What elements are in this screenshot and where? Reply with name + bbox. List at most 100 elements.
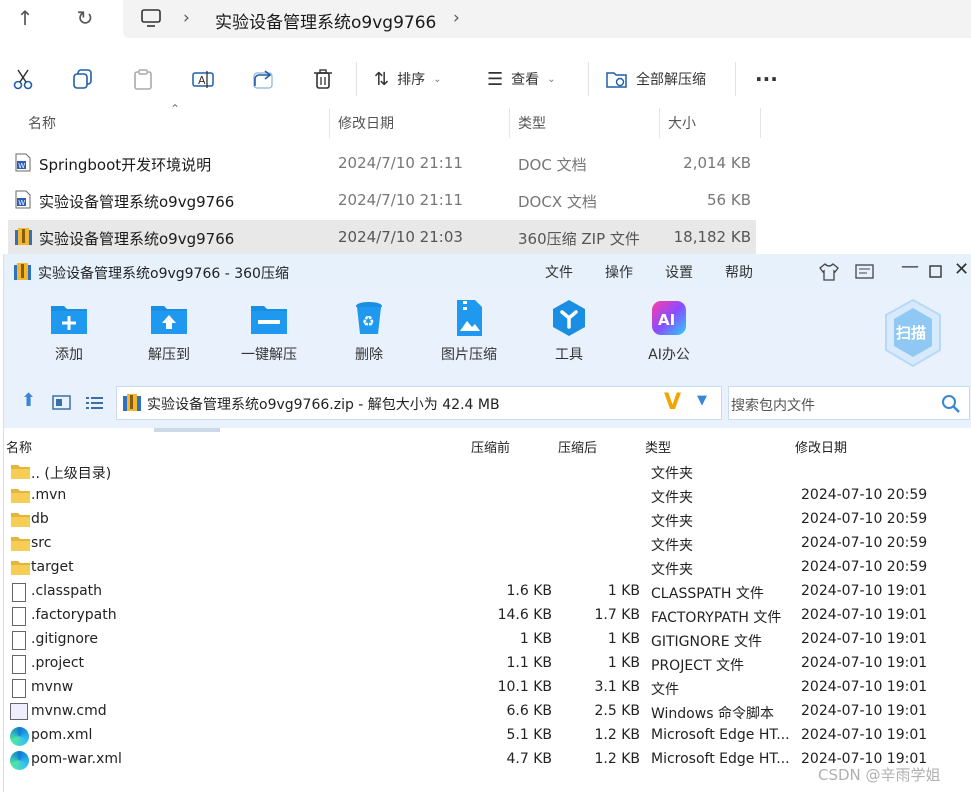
- zip-icon: [15, 228, 32, 245]
- breadcrumb-folder[interactable]: 实验设备管理系统o9vg9766: [215, 8, 436, 33]
- extract-to-button[interactable]: 解压到: [124, 298, 214, 364]
- archive-row[interactable]: mvnw 10.1 KB 3.1 KB 文件 2024-07-10 19:01: [4, 676, 971, 700]
- breadcrumb[interactable]: › 实验设备管理系统o9vg9766 ›: [123, 0, 971, 38]
- col-name-header[interactable]: 名称: [28, 108, 56, 138]
- file-icon: [12, 583, 26, 602]
- archive-row[interactable]: .project 1.1 KB 1 KB PROJECT 文件 2024-07-10 1…: [4, 652, 971, 676]
- add-button[interactable]: 添加: [24, 298, 114, 364]
- row-size-before: 14.6 KB: [497, 607, 552, 623]
- search-input[interactable]: 搜索包内文件: [728, 386, 970, 420]
- feedback-icon[interactable]: [855, 264, 874, 280]
- col-before-header[interactable]: 压缩前: [471, 437, 510, 456]
- row-type: 文件夹: [651, 562, 693, 578]
- image-compress-button[interactable]: 图片压缩: [424, 298, 514, 364]
- extract-folder-icon: [606, 72, 627, 88]
- file-icon: [12, 679, 26, 698]
- refresh-icon[interactable]: ↻: [69, 6, 101, 30]
- search-icon[interactable]: [941, 394, 961, 414]
- archive-row[interactable]: target 文件夹 2024-07-10 20:59: [4, 556, 971, 580]
- chevron-right-icon[interactable]: ›: [183, 8, 190, 28]
- view-button[interactable]: ☰ 查看 ⌄: [487, 50, 556, 108]
- row-size-after: 3.1 KB: [594, 679, 641, 695]
- dropdown-arrow-icon[interactable]: ▼: [697, 393, 707, 408]
- menu-operate[interactable]: 操作: [605, 262, 633, 282]
- more-options-icon[interactable]: ···: [755, 50, 778, 108]
- menu-file[interactable]: 文件: [545, 262, 573, 282]
- minimize-icon[interactable]: —: [901, 256, 919, 277]
- scan-button[interactable]: 扫描: [882, 298, 944, 368]
- list-view-icon[interactable]: [85, 395, 104, 410]
- menu-settings[interactable]: 设置: [665, 262, 693, 282]
- col-size-header[interactable]: 大小: [668, 108, 696, 138]
- add-folder-icon: [49, 298, 89, 338]
- ai-office-button[interactable]: AI AI办公: [624, 298, 714, 364]
- search-placeholder: 搜索包内文件: [731, 398, 815, 414]
- archive-row[interactable]: db 文件夹 2024-07-10 20:59: [4, 508, 971, 532]
- scissors-icon: [13, 69, 33, 90]
- col-after-header[interactable]: 压缩后: [558, 437, 597, 456]
- row-size-before: 1 KB: [519, 631, 552, 647]
- maximize-icon[interactable]: [929, 265, 942, 278]
- file-icon: [12, 631, 26, 650]
- rename-button[interactable]: A: [192, 50, 214, 108]
- archive-row[interactable]: .mvn 文件夹 2024-07-10 20:59: [4, 484, 971, 508]
- row-type: 文件: [651, 682, 679, 698]
- row-size-after: 1 KB: [607, 583, 640, 599]
- menu-help[interactable]: 帮助: [725, 262, 753, 282]
- up-arrow-icon[interactable]: ↑: [9, 6, 41, 30]
- row-date: 2024-07-10 19:01: [801, 727, 928, 743]
- archive-row[interactable]: mvnw.cmd 6.6 KB 2.5 KB Windows 命令脚本 2024-07-…: [4, 700, 971, 724]
- col-modified-header[interactable]: 修改日期: [338, 108, 394, 138]
- add-label: 添加: [55, 347, 83, 363]
- row-name: mvnw.cmd: [31, 703, 107, 719]
- up-level-icon[interactable]: ⬆: [21, 390, 36, 411]
- archive-row[interactable]: pom.xml 5.1 KB 1.2 KB Microsoft Edge HT... 2…: [4, 724, 971, 748]
- row-date: 2024-07-10 19:01: [801, 631, 928, 647]
- archive-path-field[interactable]: 实验设备管理系统o9vg9766.zip - 解包大小为 42.4 MB V ▼: [116, 386, 722, 420]
- divider: [588, 62, 589, 96]
- archive-row[interactable]: src 文件夹 2024-07-10 20:59: [4, 532, 971, 556]
- row-type: 文件夹: [651, 490, 693, 506]
- archive-row[interactable]: .. (上级目录) 文件夹: [4, 460, 971, 484]
- file-row[interactable]: W 实验设备管理系统o9vg9766 2024/7/10 21:11 DOCX …: [8, 183, 756, 217]
- row-size-after: 2.5 KB: [594, 703, 641, 719]
- archive-row[interactable]: .classpath 1.6 KB 1 KB CLASSPATH 文件 2024-07-…: [4, 580, 971, 604]
- file-row-selected[interactable]: 实验设备管理系统o9vg9766 2024/7/10 21:03 360压缩 Z…: [8, 220, 756, 254]
- shirt-skin-icon[interactable]: [819, 263, 839, 281]
- svg-text:A: A: [198, 74, 206, 87]
- divider: [760, 108, 761, 138]
- extract-all-button[interactable]: 全部解压缩: [606, 50, 706, 108]
- word-icon: W: [15, 190, 31, 209]
- col-name-header[interactable]: 名称: [6, 437, 32, 456]
- thumbnail-view-icon[interactable]: [52, 395, 71, 410]
- row-type: PROJECT 文件: [651, 658, 744, 674]
- row-type: GITIGNORE 文件: [651, 634, 763, 650]
- share-button[interactable]: [252, 50, 274, 108]
- tools-button[interactable]: 工具: [524, 298, 614, 364]
- row-type: Microsoft Edge HT...: [651, 751, 790, 767]
- path-bar: ⬆ 实验设备管理系统o9vg9766.zip - 解包大小为 42.4 MB V…: [4, 378, 971, 428]
- col-type-header[interactable]: 类型: [518, 108, 546, 138]
- col-type-header[interactable]: 类型: [645, 437, 671, 456]
- paste-button[interactable]: [132, 50, 154, 108]
- divider: [735, 62, 736, 96]
- archive-row[interactable]: .factorypath 14.6 KB 1.7 KB FACTORYPATH 文件 2…: [4, 604, 971, 628]
- file-row[interactable]: W Springboot开发环境说明 2024/7/10 21:11 DOC 文…: [8, 146, 756, 180]
- sort-button[interactable]: ⇅ 排序 ⌄: [374, 50, 441, 108]
- close-icon[interactable]: ✕: [954, 259, 969, 280]
- copy-button[interactable]: [72, 50, 94, 108]
- row-type: Microsoft Edge HT...: [651, 727, 790, 743]
- cut-button[interactable]: [12, 50, 34, 108]
- scroll-thumb[interactable]: [154, 428, 220, 432]
- col-date-header[interactable]: 修改日期: [795, 437, 847, 456]
- explorer-toolbar: A ⇅ 排序 ⌄ ☰ 查看 ⌄ 全部解压缩 ···: [0, 50, 971, 108]
- row-name: src: [31, 535, 52, 551]
- v-logo-icon[interactable]: V: [664, 390, 681, 415]
- one-click-extract-button[interactable]: 一键解压: [224, 298, 314, 364]
- row-date: 2024-07-10 19:01: [801, 679, 928, 695]
- archive-row[interactable]: .gitignore 1 KB 1 KB GITIGNORE 文件 2024-07-10…: [4, 628, 971, 652]
- delete-button[interactable]: ♻ 删除: [324, 298, 414, 364]
- chevron-right-icon[interactable]: ›: [453, 8, 460, 28]
- extract-folder-icon: [149, 298, 189, 338]
- delete-button[interactable]: [312, 50, 334, 108]
